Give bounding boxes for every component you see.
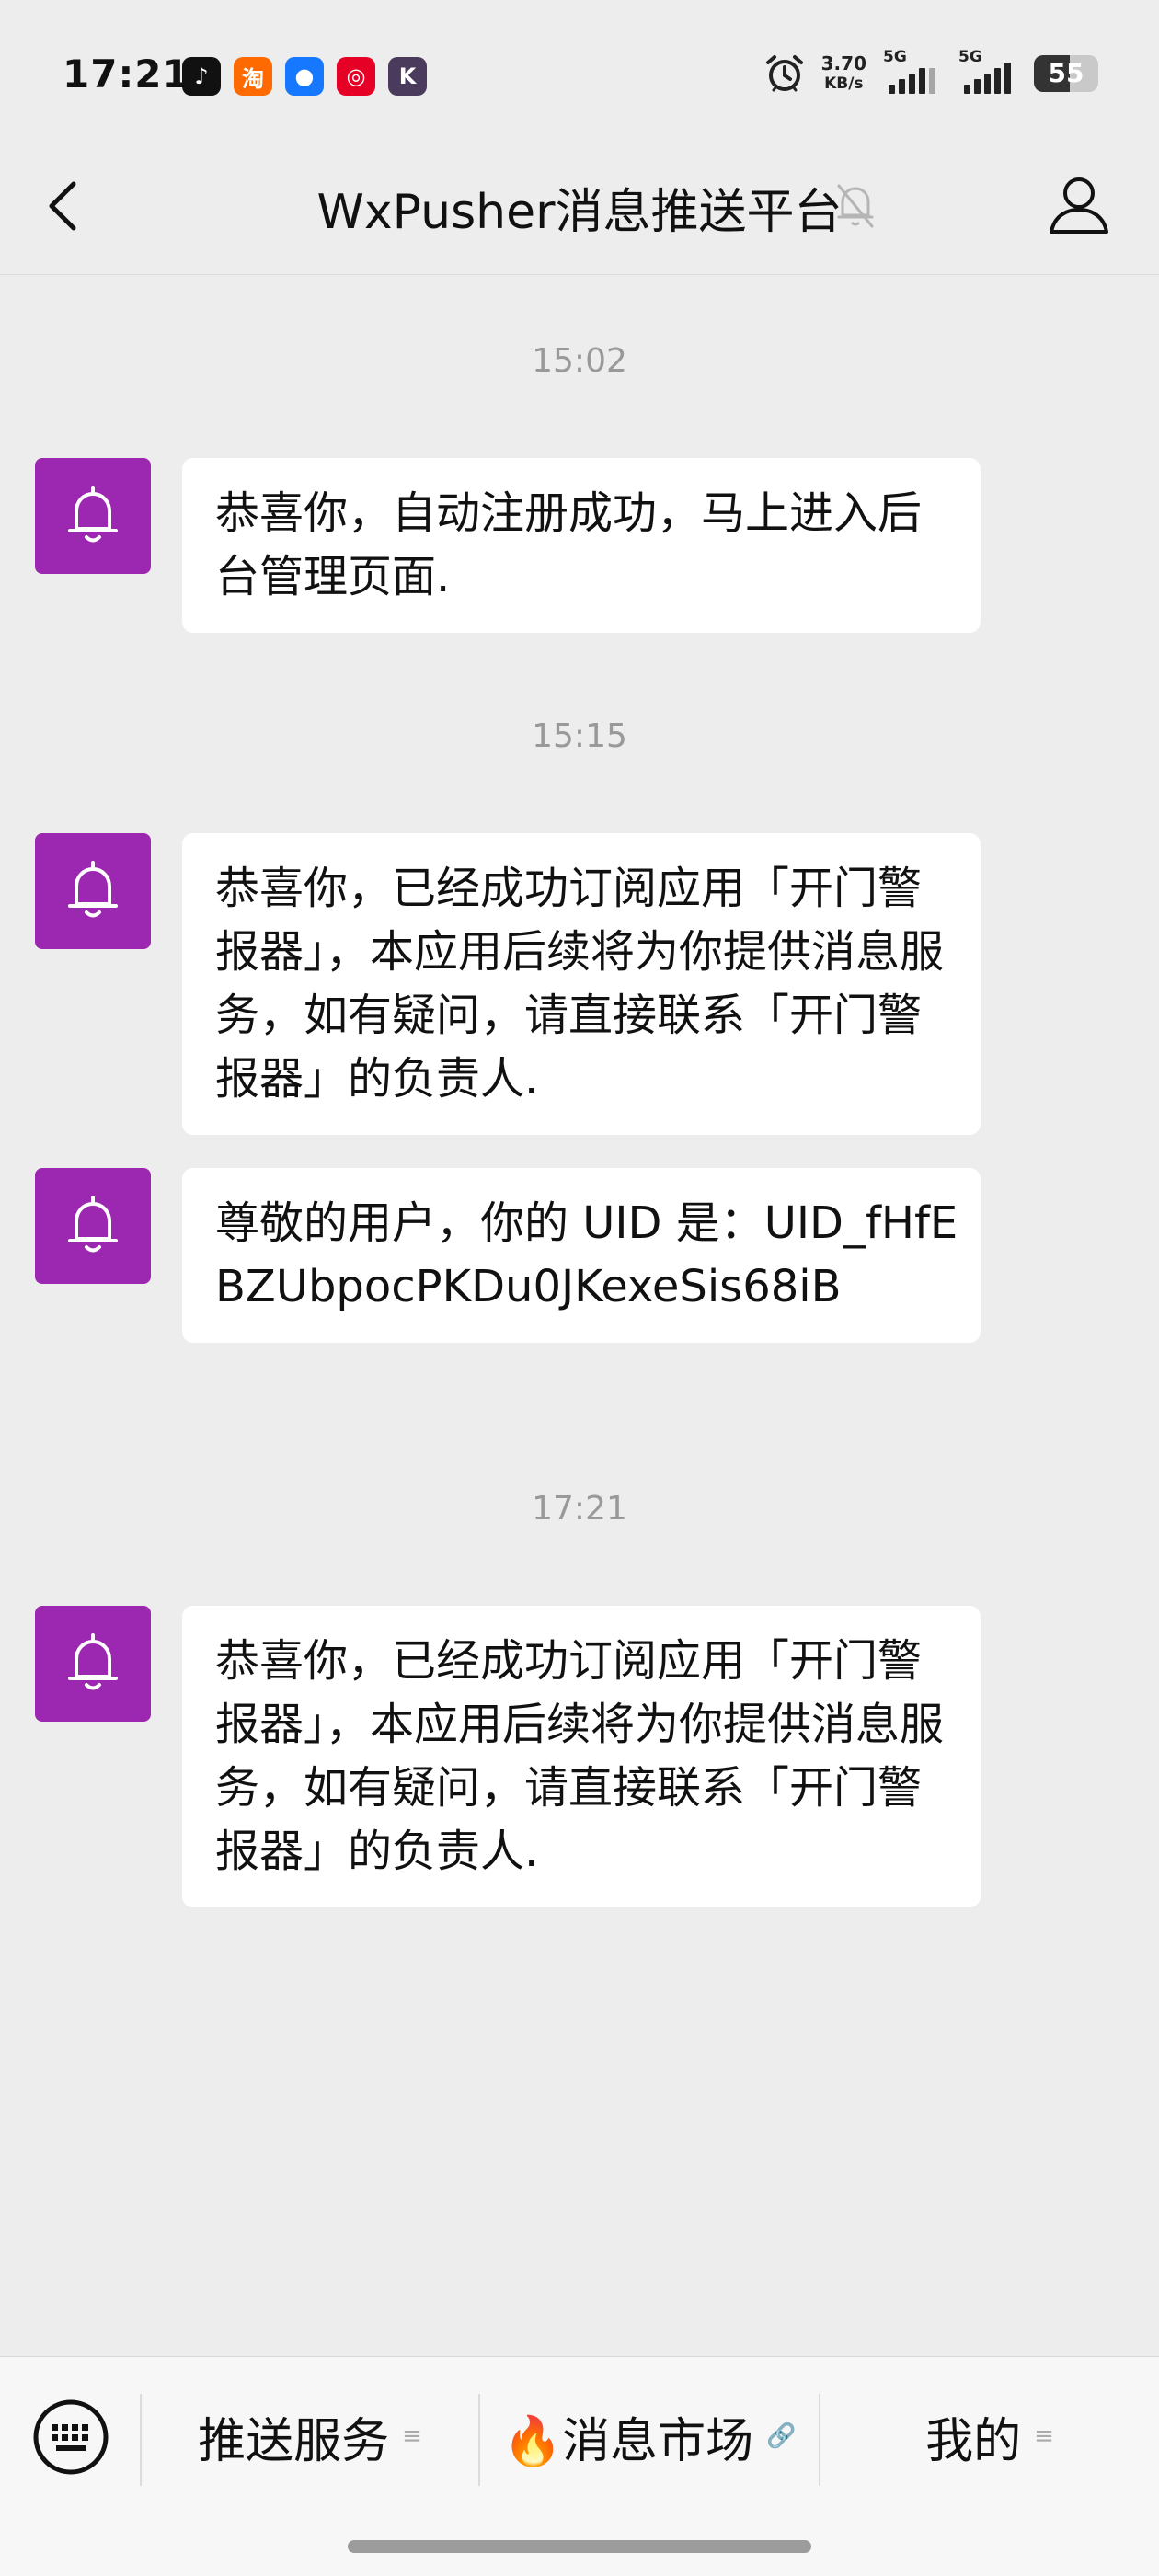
tab-label: 我的 <box>925 2413 1022 2469</box>
status-time: 17:21 <box>63 52 190 97</box>
message-bubble[interactable]: 恭喜你，已经成功订阅应用「开门警报器」，本应用后续将为你提供消息服务，如有疑问，… <box>182 1606 981 1907</box>
timestamp-label: 15:02 <box>532 342 627 380</box>
signal-icon-2: 5G <box>958 48 1017 94</box>
bot-avatar[interactable] <box>35 1168 151 1284</box>
battery-text: 55 <box>1048 58 1084 88</box>
taobao-icon: 淘 <box>234 57 272 96</box>
tab-message-market[interactable]: 🔥消息市场 🔗 <box>480 2394 819 2479</box>
tab-label: 🔥消息市场 <box>502 2413 754 2469</box>
chat-title: WxPusher消息推送平台 <box>316 185 843 240</box>
message-bubble[interactable]: 尊敬的用户，你的 UID 是：UID_fHfEBZUbpocPKDu0JKexe… <box>182 1168 981 1343</box>
tab-push-service[interactable]: 推送服务 ≡ <box>142 2394 478 2479</box>
status-indicators: 3.70 KB/s 5G 5G 55 <box>764 48 1098 94</box>
qq-music-icon: ♪ <box>182 57 221 96</box>
bell-icon <box>68 861 118 918</box>
bot-avatar[interactable] <box>35 458 151 574</box>
kwai-icon: K <box>388 57 427 96</box>
tab-mine[interactable]: 我的 ≡ <box>820 2394 1159 2479</box>
signal-label: 5G <box>883 48 907 66</box>
bot-avatar[interactable] <box>35 833 151 949</box>
status-bar: 17:21 ♪ 淘 ● ◎ K 3.70 KB/s 5G 5G 55 <box>0 0 1159 138</box>
chat-header: WxPusher消息推送平台 <box>0 138 1159 275</box>
bot-avatar[interactable] <box>35 1606 151 1722</box>
link-icon: 🔗 <box>766 2422 797 2450</box>
mute-bell-icon <box>837 184 874 228</box>
message-bubble[interactable]: 恭喜你，自动注册成功，马上进入后台管理页面. <box>182 458 981 633</box>
signal-icon-1: 5G <box>883 48 942 94</box>
net-speed-unit: KB/s <box>824 74 864 93</box>
submenu-lines-icon: ≡ <box>1034 2422 1054 2450</box>
timestamp-label: 15:15 <box>532 717 627 755</box>
net-speed: 3.70 KB/s <box>821 53 866 94</box>
profile-person-icon[interactable] <box>1045 171 1113 239</box>
bell-icon <box>68 486 118 543</box>
bell-icon <box>68 1196 118 1253</box>
submenu-lines-icon: ≡ <box>402 2422 422 2450</box>
battery-icon: 55 <box>1034 55 1098 92</box>
net-speed-value: 3.70 <box>820 52 866 74</box>
timestamp-label: 17:21 <box>532 1490 627 1528</box>
netease-music-icon: ◎ <box>337 57 375 96</box>
tab-label: 推送服务 <box>198 2413 390 2469</box>
notification-app-icons: ♪ 淘 ● ◎ K <box>182 57 427 96</box>
signal-label: 5G <box>958 48 982 66</box>
keyboard-icon[interactable] <box>31 2398 110 2477</box>
message-bubble[interactable]: 恭喜你，已经成功订阅应用「开门警报器」，本应用后续将为你提供消息服务，如有疑问，… <box>182 833 981 1135</box>
bell-icon <box>68 1633 118 1690</box>
alipay-bird-icon: ● <box>285 57 324 96</box>
home-indicator[interactable] <box>348 2540 811 2553</box>
alarm-clock-icon <box>765 55 803 92</box>
